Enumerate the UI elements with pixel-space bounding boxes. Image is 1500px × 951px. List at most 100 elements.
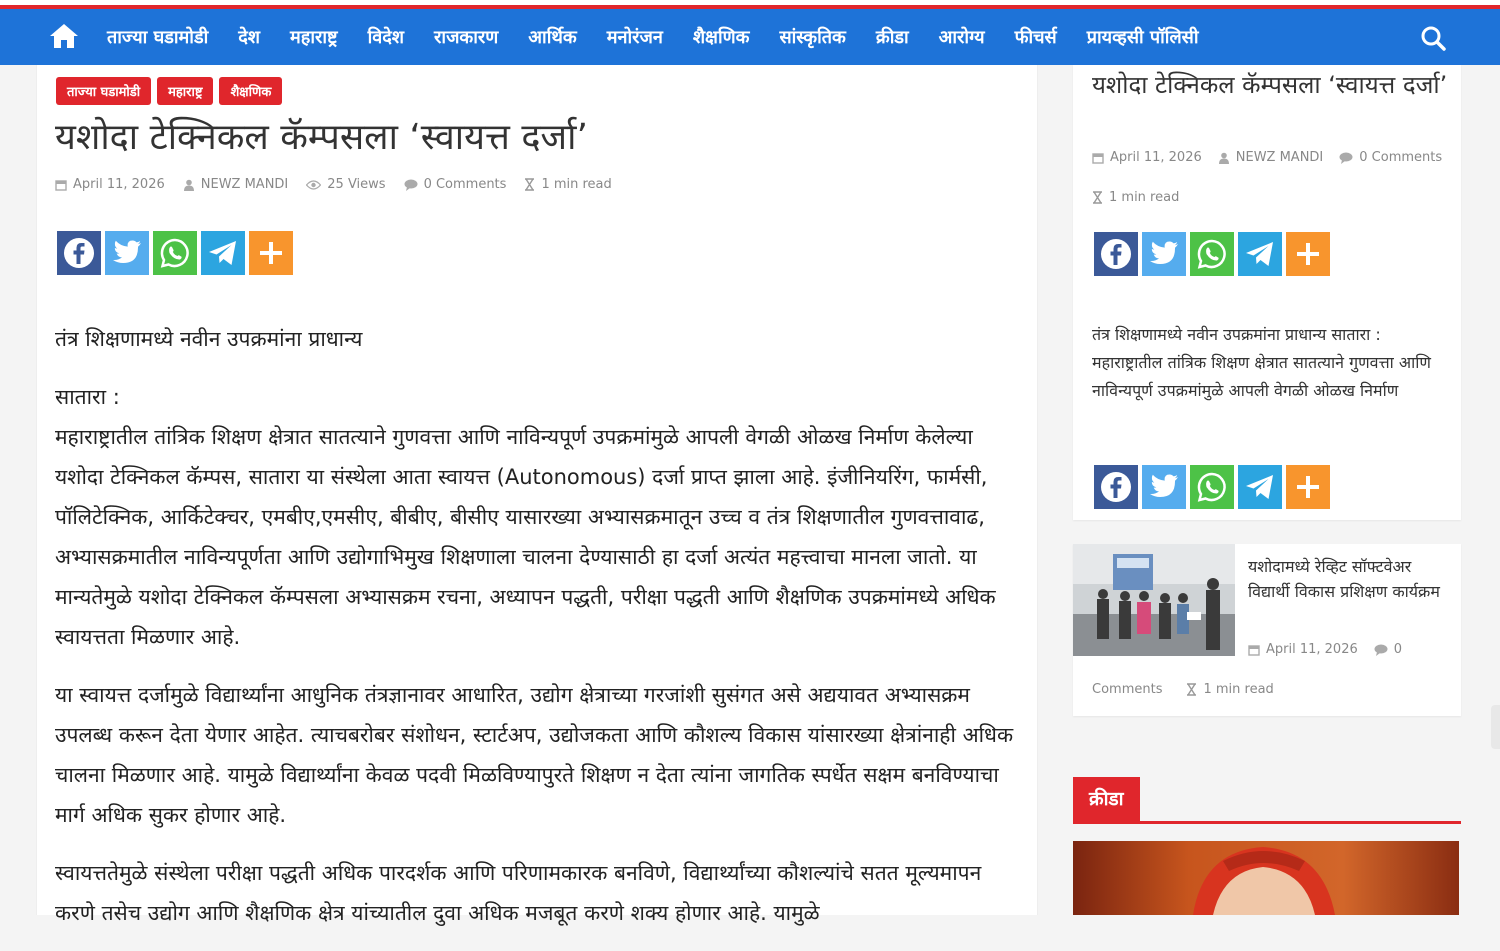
meta-author-text: NEWZ MANDI <box>200 177 289 192</box>
hourglass-icon <box>1187 683 1197 696</box>
meta-comments[interactable]: 0 <box>1374 642 1402 657</box>
nav-item[interactable]: आरोग्य <box>924 25 1000 49</box>
sidebar-post-title[interactable]: यशोदा टेक्निकल कॅम्पसला ‘स्वायत्त दर्जा’ <box>1092 69 1452 101</box>
nav-item[interactable]: आर्थिक <box>513 25 591 49</box>
eye-icon <box>306 179 322 190</box>
search-icon[interactable] <box>1420 25 1446 51</box>
meta-views: 25 Views <box>306 177 386 192</box>
telegram-share-button[interactable] <box>1238 232 1282 276</box>
sports-post-image[interactable] <box>1073 841 1459 915</box>
more-share-button[interactable] <box>249 231 293 275</box>
calendar-icon <box>1092 152 1104 164</box>
meta-comments[interactable]: 0 Comments <box>1339 150 1442 165</box>
sidebar-share-buttons-top <box>1094 232 1330 276</box>
nav-item[interactable]: शैक्षणिक <box>678 25 765 49</box>
facebook-share-button[interactable] <box>57 231 101 275</box>
meta-read-time-text: 1 min read <box>541 177 612 192</box>
whatsapp-share-button[interactable] <box>1190 232 1234 276</box>
meta-date[interactable]: April 11, 2026 <box>1248 642 1358 657</box>
nav-item[interactable]: देश <box>223 25 275 49</box>
nav-item[interactable]: महाराष्ट्र <box>275 25 353 49</box>
meta-read-time: 1 min read <box>524 177 612 192</box>
meta-views-text: 25 Views <box>327 177 386 192</box>
related-post-meta-2: Comments 1 min read <box>1092 682 1274 697</box>
twitter-share-button[interactable] <box>1142 232 1186 276</box>
more-icon <box>260 242 282 264</box>
meta-date[interactable]: April 11, 2026 <box>1092 150 1202 165</box>
related-post-meta: April 11, 2026 0 <box>1248 642 1402 657</box>
meta-comments-count: 0 <box>1393 642 1403 657</box>
meta-read-time: 1 min read <box>1186 682 1274 697</box>
sidebar-post-meta-2: 1 min read <box>1092 190 1179 205</box>
meta-comments[interactable]: 0 Comments <box>404 177 506 192</box>
nav-item[interactable]: विदेश <box>353 25 419 49</box>
scroll-to-top-handle[interactable] <box>1491 705 1500 749</box>
facebook-icon <box>1101 472 1131 502</box>
sidebar-post-meta: April 11, 2026 NEWZ MANDI 0 Comments <box>1092 150 1442 165</box>
article-meta: April 11, 2026 NEWZ MANDI 25 Views 0 Com… <box>55 177 612 192</box>
article-main: ताज्या घडामोडी महाराष्ट्र शैक्षणिक यशोदा… <box>36 65 1038 925</box>
more-icon <box>1297 476 1319 498</box>
facebook-share-button[interactable] <box>1094 232 1138 276</box>
twitter-icon <box>113 240 141 263</box>
facebook-share-button[interactable] <box>1094 465 1138 509</box>
share-buttons <box>57 231 293 275</box>
article-dateline: सातारा : <box>55 385 120 409</box>
meta-comments-text: 0 Comments <box>1359 150 1443 165</box>
nav-item[interactable]: मनोरंजन <box>592 25 678 49</box>
hourglass-icon <box>525 178 535 191</box>
section-header: क्रीडा <box>1073 777 1461 824</box>
article-title: यशोदा टेक्निकल कॅम्पसला ‘स्वायत्त दर्जा’ <box>55 117 588 158</box>
comment-icon <box>1339 152 1353 164</box>
related-post-title[interactable]: यशोदामध्ये रेव्हिट सॉफ्टवेअर विद्यार्थी … <box>1248 554 1448 604</box>
user-icon <box>1218 152 1229 164</box>
comment-icon <box>1374 644 1388 656</box>
whatsapp-share-button[interactable] <box>1190 465 1234 509</box>
meta-author[interactable]: NEWZ MANDI <box>183 177 289 192</box>
twitter-icon <box>1150 474 1178 497</box>
category-badge[interactable]: ताज्या घडामोडी <box>56 77 152 105</box>
main-navigation: ताज्या घडामोडी देश महाराष्ट्र विदेश राजक… <box>0 9 1500 65</box>
nav-item[interactable]: प्रायव्हसी पॉलिसी <box>1072 25 1214 49</box>
nav-item[interactable]: राजकारण <box>419 25 513 49</box>
twitter-icon <box>1150 241 1178 264</box>
article-paragraph: महाराष्ट्रातील तांत्रिक शिक्षण क्षेत्रात… <box>55 425 996 649</box>
meta-author[interactable]: NEWZ MANDI <box>1218 150 1324 165</box>
telegram-share-button[interactable] <box>201 231 245 275</box>
whatsapp-icon <box>160 238 189 268</box>
nav-item[interactable]: फीचर्स <box>1000 25 1072 49</box>
category-badge[interactable]: महाराष्ट्र <box>157 77 214 105</box>
calendar-icon <box>1248 644 1260 656</box>
meta-date[interactable]: April 11, 2026 <box>55 177 165 192</box>
nav-item[interactable]: क्रीडा <box>861 25 924 49</box>
meta-comments-word: Comments <box>1092 682 1163 697</box>
facebook-icon <box>1101 239 1131 269</box>
meta-date-text: April 11, 2026 <box>1110 150 1202 165</box>
more-share-button[interactable] <box>1286 232 1330 276</box>
meta-author-text: NEWZ MANDI <box>1235 150 1324 165</box>
category-badge[interactable]: शैक्षणिक <box>219 77 283 105</box>
nav-item[interactable]: सांस्कृतिक <box>764 25 860 49</box>
related-post-thumbnail[interactable] <box>1073 544 1235 656</box>
hourglass-icon <box>1093 191 1102 204</box>
twitter-share-button[interactable] <box>1142 465 1186 509</box>
facebook-icon <box>64 238 94 268</box>
meta-read-time: 1 min read <box>1092 190 1179 205</box>
article-body: तंत्र शिक्षणामध्ये नवीन उपक्रमांना प्राध… <box>55 319 1015 951</box>
telegram-share-button[interactable] <box>1238 465 1282 509</box>
meta-date-text: April 11, 2026 <box>73 177 165 192</box>
home-icon[interactable] <box>48 22 80 50</box>
calendar-icon <box>55 179 67 191</box>
article-paragraph: या स्वायत्त दर्जामुळे विद्यार्थ्यांना आध… <box>55 683 1014 827</box>
whatsapp-share-button[interactable] <box>153 231 197 275</box>
sports-photo <box>1073 841 1459 915</box>
twitter-share-button[interactable] <box>105 231 149 275</box>
section-title[interactable]: क्रीडा <box>1073 777 1140 821</box>
more-share-button[interactable] <box>1286 465 1330 509</box>
telegram-icon <box>1246 242 1273 266</box>
whatsapp-icon <box>1197 472 1226 502</box>
workshop-photo <box>1073 544 1235 656</box>
user-icon <box>183 179 194 191</box>
more-icon <box>1297 243 1319 265</box>
nav-item[interactable]: ताज्या घडामोडी <box>92 25 223 49</box>
